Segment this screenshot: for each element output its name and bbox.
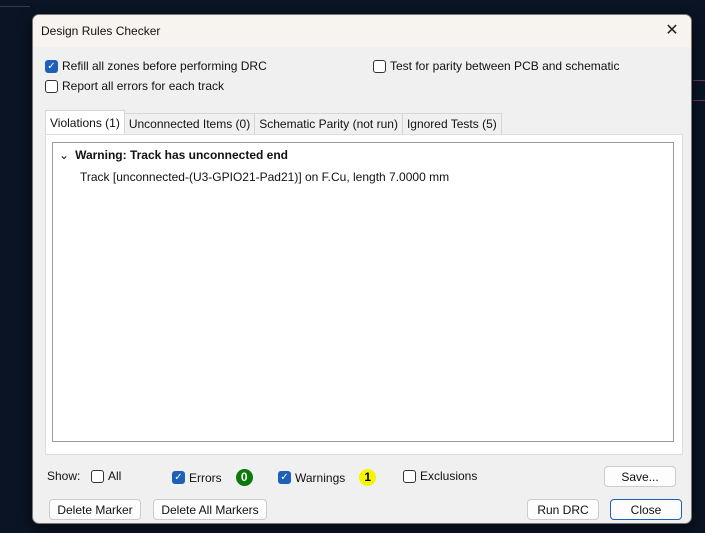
- tab-unconnected-items[interactable]: Unconnected Items (0): [123, 113, 256, 134]
- refill-zones-checkbox[interactable]: ✓ Refill all zones before performing DRC: [45, 59, 267, 73]
- run-drc-button[interactable]: Run DRC: [527, 499, 599, 520]
- pcb-background-line: [693, 80, 705, 81]
- checkbox-box: [45, 79, 58, 93]
- warnings-count-badge: 1: [359, 469, 377, 486]
- close-icon[interactable]: ✕: [661, 20, 683, 42]
- violation-item[interactable]: ⌄ Warning: Track has unconnected end: [59, 148, 288, 162]
- show-label: Show:: [47, 469, 81, 483]
- drc-dialog: Design Rules Checker ✕ ✓ Refill all zones…: [32, 14, 692, 524]
- tab-ignored-tests[interactable]: Ignored Tests (5): [401, 113, 502, 134]
- report-all-errors-checkbox[interactable]: Report all errors for each track: [45, 79, 224, 93]
- tab-bar: Violations (1) Unconnected Items (0) Sch…: [45, 110, 502, 134]
- checkbox-box: [91, 469, 104, 483]
- violation-detail[interactable]: Track [unconnected-(U3-GPIO21-Pad21)] on…: [80, 170, 449, 184]
- errors-label: Errors: [189, 470, 222, 485]
- close-button[interactable]: Close: [610, 499, 682, 520]
- report-all-label: Report all errors for each track: [62, 79, 225, 93]
- dialog-title: Design Rules Checker: [41, 24, 161, 38]
- checkmark-icon: ✓: [172, 471, 185, 484]
- title-bar: Design Rules Checker ✕: [33, 15, 691, 47]
- checkbox-box: [373, 59, 386, 73]
- show-errors-checkbox[interactable]: ✓ Errors 0: [172, 469, 253, 486]
- delete-marker-button[interactable]: Delete Marker: [49, 499, 141, 520]
- show-warnings-checkbox[interactable]: ✓ Warnings 1: [278, 469, 377, 486]
- violations-list[interactable]: ⌄ Warning: Track has unconnected end Trac…: [52, 142, 674, 442]
- parity-label: Test for parity between PCB and schemati…: [390, 59, 620, 73]
- show-all-label: All: [108, 469, 122, 483]
- save-button[interactable]: Save...: [604, 466, 676, 487]
- pcb-background-line: [693, 100, 705, 101]
- parity-checkbox[interactable]: Test for parity between PCB and schemati…: [373, 59, 619, 73]
- chevron-down-icon[interactable]: ⌄: [59, 148, 69, 162]
- errors-count-badge: 0: [235, 469, 253, 486]
- violations-panel: ⌄ Warning: Track has unconnected end Trac…: [45, 134, 683, 455]
- checkbox-box: [403, 469, 416, 483]
- tab-schematic-parity[interactable]: Schematic Parity (not run): [254, 113, 403, 134]
- exclusions-label: Exclusions: [420, 469, 478, 483]
- pcb-background-line: [0, 6, 30, 7]
- violation-title: Warning: Track has unconnected end: [75, 148, 288, 162]
- show-all-checkbox[interactable]: All: [91, 469, 121, 483]
- show-exclusions-checkbox[interactable]: Exclusions: [403, 469, 477, 483]
- checkmark-icon: ✓: [278, 471, 291, 484]
- refill-zones-label: Refill all zones before performing DRC: [62, 59, 267, 73]
- tab-violations[interactable]: Violations (1): [45, 110, 125, 134]
- warnings-label: Warnings: [295, 470, 346, 485]
- delete-all-markers-button[interactable]: Delete All Markers: [153, 499, 267, 520]
- checkmark-icon: ✓: [45, 59, 58, 73]
